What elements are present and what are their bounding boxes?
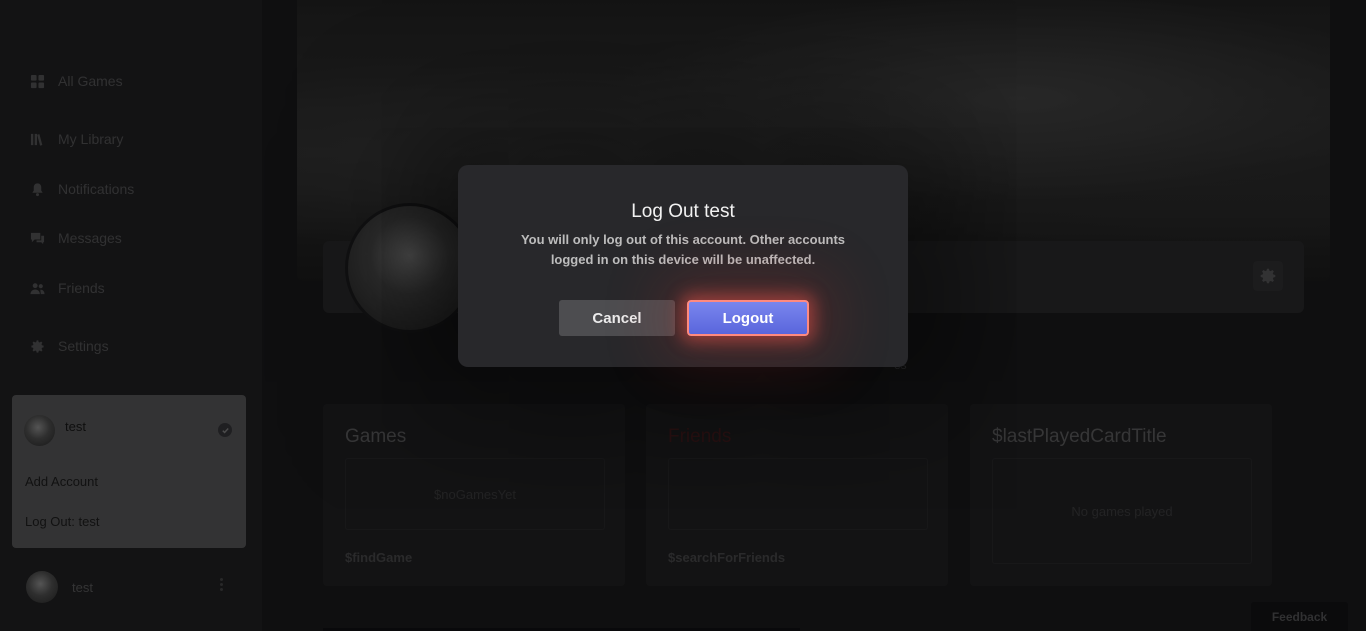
dialog-message: You will only log out of this account. O… [520, 232, 846, 267]
logout-dialog: Log Out test You will only log out of th… [458, 165, 908, 367]
dialog-title: Log Out test [631, 201, 735, 222]
logout-button[interactable]: Logout [687, 300, 809, 336]
cancel-button[interactable]: Cancel [559, 300, 675, 336]
